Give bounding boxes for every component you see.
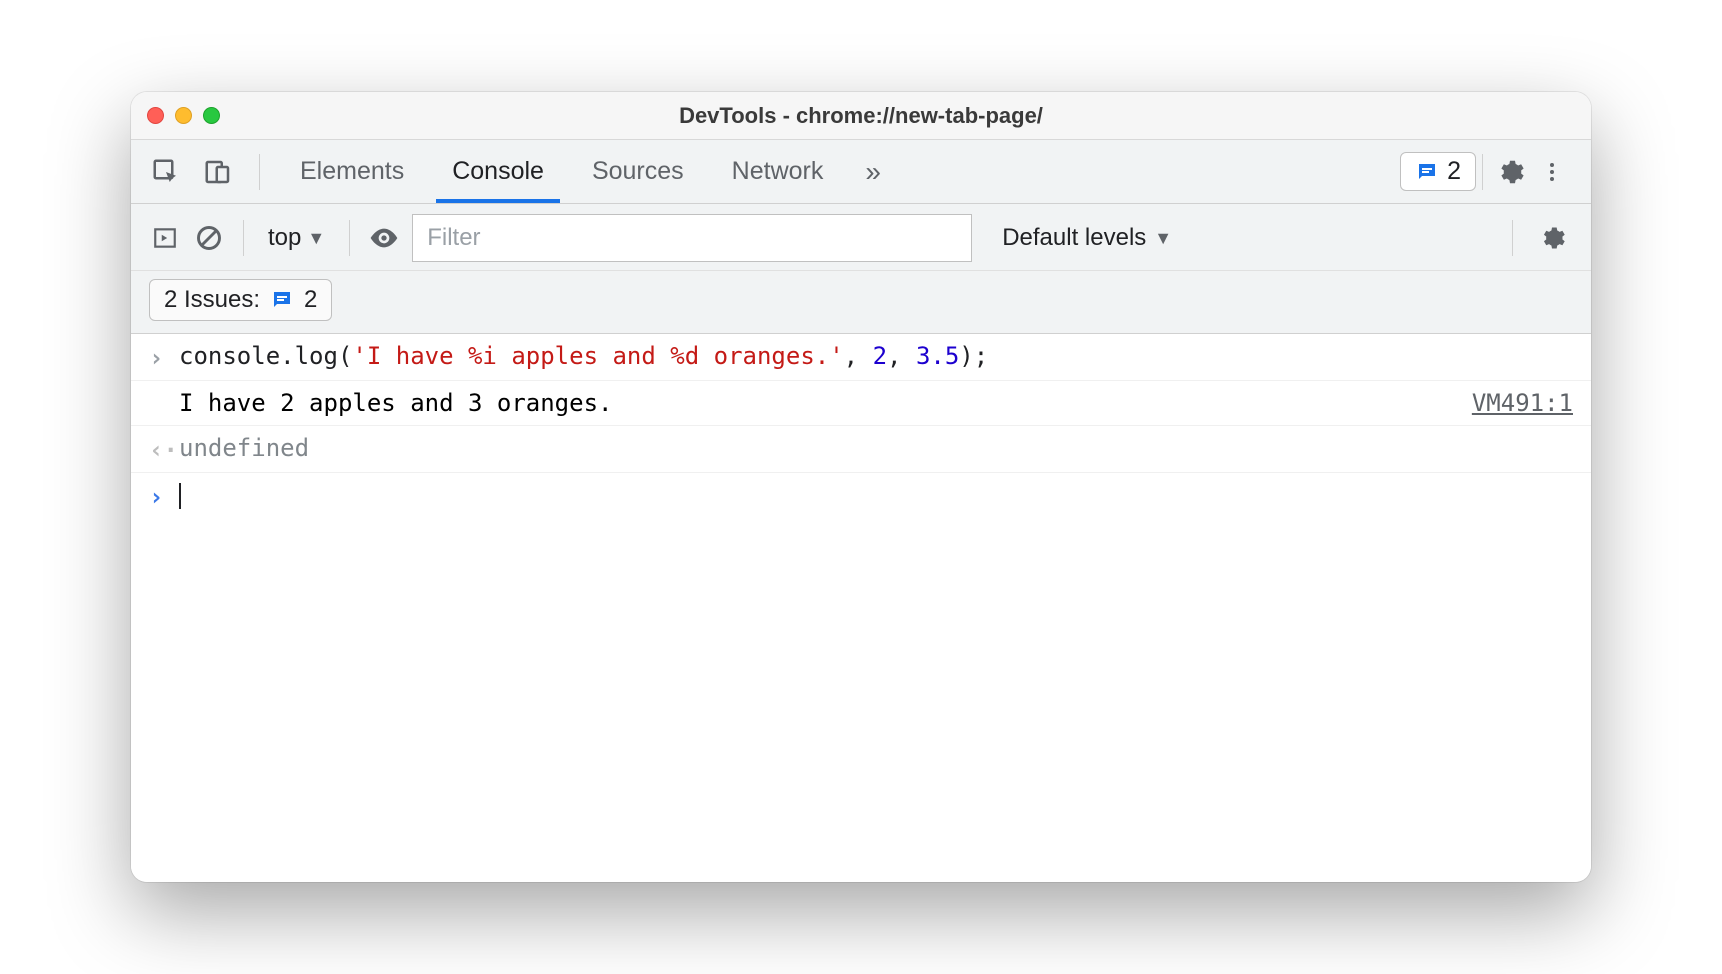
- sidebar-icon: [152, 225, 178, 251]
- source-link[interactable]: VM491:1: [1456, 389, 1573, 417]
- console-toolbar: top ▼ Default levels ▼: [131, 204, 1591, 271]
- levels-label: Default levels: [1002, 224, 1146, 252]
- issues-count: 2: [1447, 157, 1461, 186]
- clear-icon: [195, 224, 223, 252]
- eye-icon: [368, 222, 400, 254]
- code-token: 3.5: [916, 342, 959, 370]
- divider: [259, 154, 260, 190]
- gear-icon: [1538, 224, 1566, 252]
- settings-button[interactable]: [1489, 151, 1531, 193]
- log-levels-selector[interactable]: Default levels ▼: [1002, 224, 1172, 252]
- console-body: › console.log('I have %i apples and %d o…: [131, 334, 1591, 882]
- tab-label: Network: [732, 157, 824, 186]
- code-token: ,: [887, 342, 916, 370]
- console-return-row: ‹· undefined: [131, 426, 1591, 473]
- console-output-text: I have 2 apples and 3 oranges.: [179, 389, 1456, 417]
- tab-label: Sources: [592, 157, 684, 186]
- console-output-row: I have 2 apples and 3 oranges. VM491:1: [131, 381, 1591, 426]
- divider: [1512, 220, 1513, 256]
- issues-label: 2 Issues:: [164, 286, 260, 314]
- tab-elements[interactable]: Elements: [276, 140, 428, 203]
- live-expression-button[interactable]: [368, 222, 400, 254]
- message-icon: [270, 288, 294, 312]
- chevron-down-icon: ▼: [307, 228, 325, 249]
- code-token: 2: [873, 342, 887, 370]
- divider: [243, 220, 244, 256]
- more-options-button[interactable]: [1531, 151, 1573, 193]
- tab-sources[interactable]: Sources: [568, 140, 708, 203]
- context-label: top: [268, 224, 301, 252]
- issues-count: 2: [304, 286, 317, 314]
- divider: [349, 220, 350, 256]
- code-token: console.log(: [179, 342, 352, 370]
- toggle-drawer-button[interactable]: [149, 222, 181, 254]
- kebab-icon: [1540, 160, 1564, 184]
- code-token: 'I have %i apples and %d oranges.': [352, 342, 843, 370]
- input-caret-icon: ›: [149, 342, 179, 372]
- tab-label: Console: [452, 157, 544, 186]
- tabs: Elements Console Sources Network: [276, 140, 847, 203]
- window-title: DevTools - chrome://new-tab-page/: [131, 103, 1591, 129]
- device-toolbar-icon[interactable]: [201, 155, 235, 189]
- issues-chip[interactable]: 2 Issues: 2: [149, 279, 332, 321]
- tab-console[interactable]: Console: [428, 140, 568, 203]
- gutter-spacer: [149, 389, 179, 391]
- tab-network[interactable]: Network: [708, 140, 848, 203]
- console-input-code[interactable]: console.log('I have %i apples and %d ora…: [179, 342, 1573, 370]
- text-cursor: [179, 483, 181, 509]
- maximize-window-button[interactable]: [203, 107, 220, 124]
- return-value: undefined: [179, 434, 1573, 462]
- main-tabbar: Elements Console Sources Network » 2: [131, 140, 1591, 204]
- console-prompt-input[interactable]: [179, 481, 1573, 509]
- close-window-button[interactable]: [147, 107, 164, 124]
- chevron-down-icon: ▼: [1154, 228, 1172, 249]
- divider: [1482, 154, 1483, 190]
- code-token: ,: [844, 342, 873, 370]
- issues-badge[interactable]: 2: [1400, 152, 1476, 191]
- context-selector[interactable]: top ▼: [262, 220, 331, 256]
- console-settings-button[interactable]: [1531, 217, 1573, 259]
- return-caret-icon: ‹·: [149, 434, 179, 464]
- console-input-row: › console.log('I have %i apples and %d o…: [131, 334, 1591, 381]
- prompt-caret-icon: ›: [149, 481, 179, 511]
- minimize-window-button[interactable]: [175, 107, 192, 124]
- filter-input[interactable]: [412, 214, 972, 262]
- devtools-window: DevTools - chrome://new-tab-page/ Elemen…: [131, 92, 1591, 882]
- gear-icon: [1495, 157, 1525, 187]
- code-token: );: [959, 342, 988, 370]
- clear-console-button[interactable]: [193, 222, 225, 254]
- titlebar: DevTools - chrome://new-tab-page/: [131, 92, 1591, 140]
- message-icon: [1415, 160, 1439, 184]
- traffic-lights: [147, 107, 220, 124]
- more-tabs-button[interactable]: »: [855, 156, 891, 188]
- tab-label: Elements: [300, 157, 404, 186]
- inspect-element-icon[interactable]: [149, 155, 183, 189]
- issues-row: 2 Issues: 2: [131, 271, 1591, 334]
- console-prompt-row[interactable]: ›: [131, 473, 1591, 519]
